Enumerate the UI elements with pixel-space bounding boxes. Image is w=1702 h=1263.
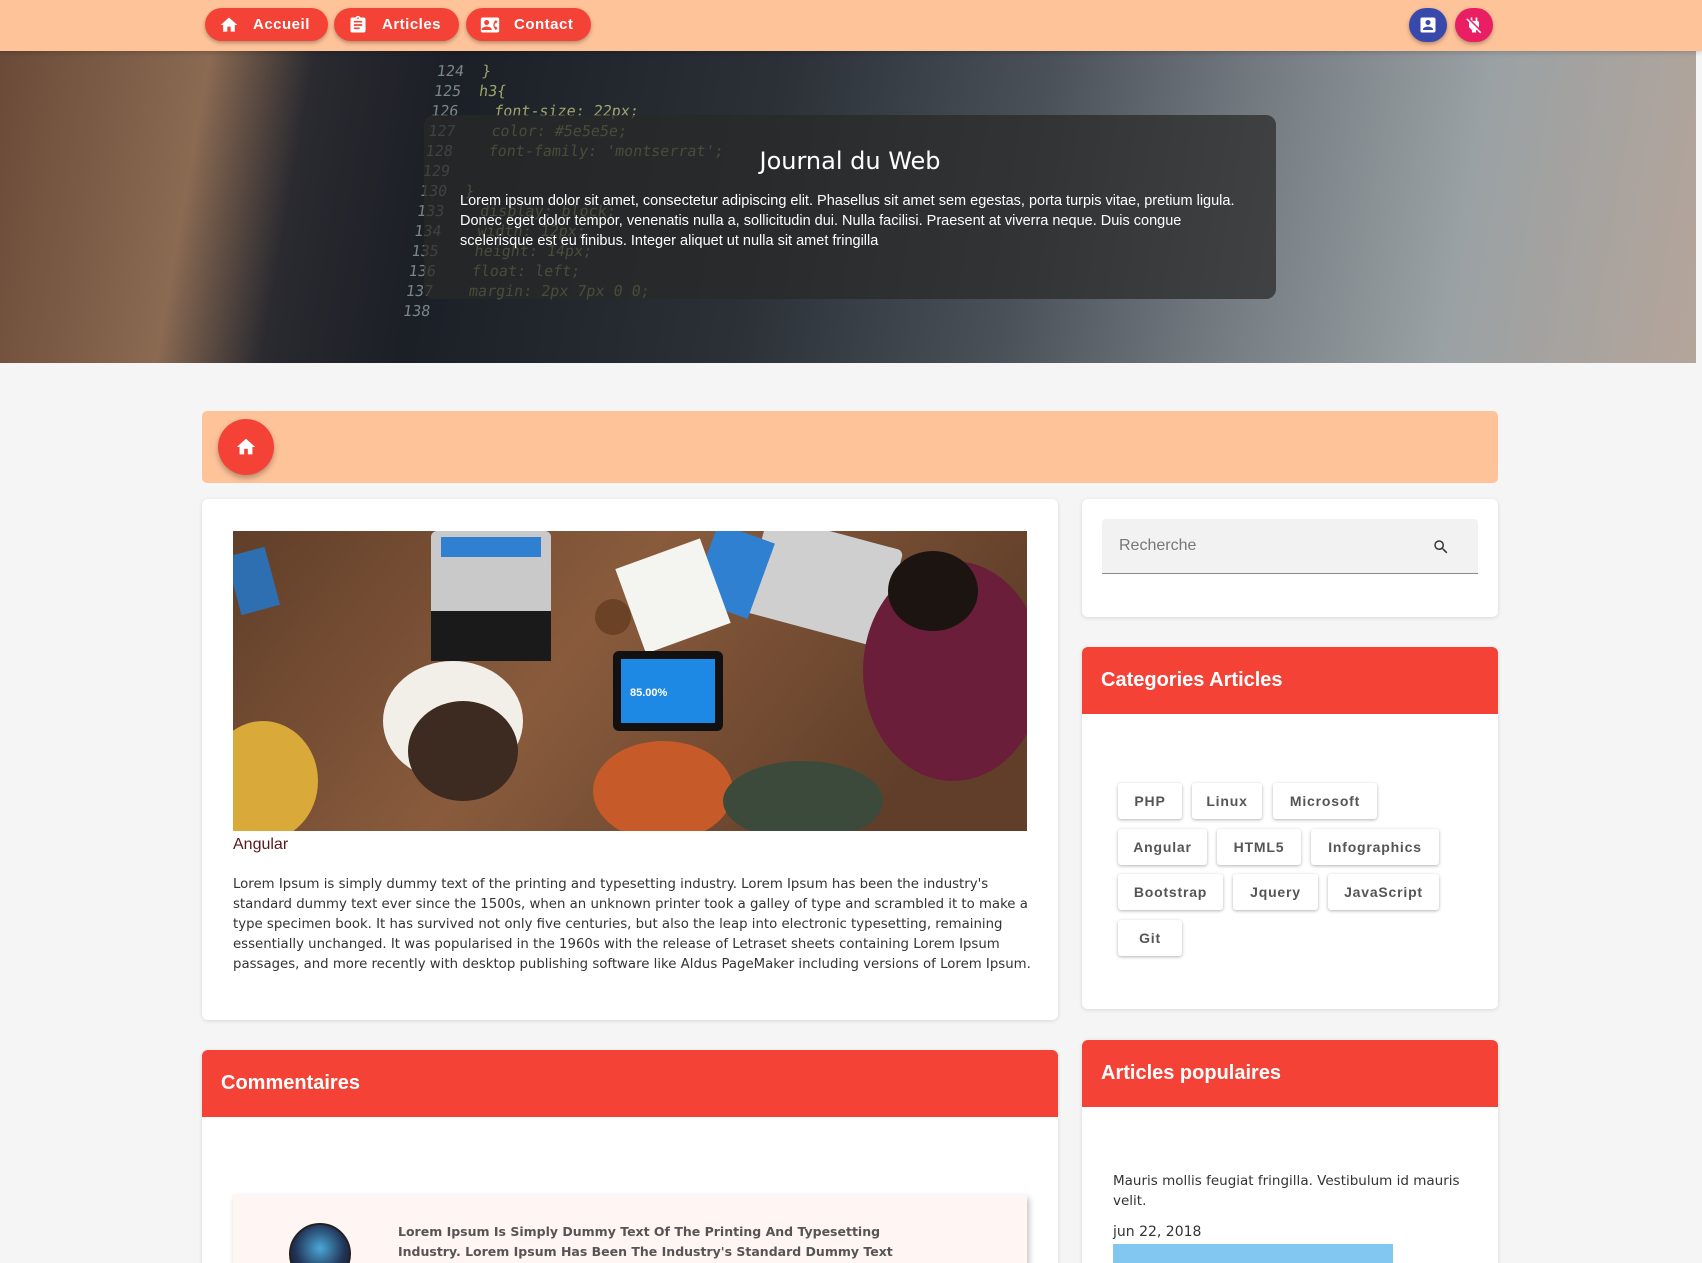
search-input[interactable]: Recherche [1102, 519, 1478, 574]
page-scrollbar[interactable] [1696, 0, 1702, 1263]
site-title: Journal du Web [759, 147, 941, 175]
top-navbar: Accueil Articles Contact [0, 0, 1702, 51]
categories-header: Categories Articles [1082, 647, 1498, 714]
comments-card: Commentaires Lorem Ipsum Is Simply Dummy… [202, 1050, 1058, 1263]
nav-contact-button[interactable]: Contact [466, 8, 592, 41]
svg-text:85.00%: 85.00% [630, 687, 668, 699]
tag-html5[interactable]: HTML5 [1217, 829, 1301, 865]
home-icon [220, 17, 238, 32]
profile-button[interactable] [1409, 8, 1447, 42]
tag-infographics[interactable]: Infographics [1311, 829, 1439, 865]
search-card: Recherche [1082, 499, 1498, 617]
tag-javascript[interactable]: JavaScript [1328, 874, 1439, 910]
article-card: 85.00% Angular Lorem Ipsum is simply dum… [202, 499, 1058, 1020]
tag-linux[interactable]: Linux [1192, 783, 1262, 819]
search-placeholder: Recherche [1119, 537, 1197, 554]
hero-banner: 124} 125h3{ 126 font-size: 22px; 127 col… [0, 51, 1702, 363]
nav-contact-label: Contact [514, 16, 574, 33]
power-off-icon [1466, 17, 1482, 34]
contact-card-icon [480, 17, 500, 32]
popular-articles-header: Articles populaires [1082, 1040, 1498, 1107]
hero-panel: Journal du Web Lorem ipsum dolor sit ame… [424, 115, 1276, 299]
breadcrumb-home-button[interactable] [218, 419, 274, 475]
categories-card: Categories Articles PHP Linux Microsoft … [1082, 647, 1498, 1009]
popular-article-title[interactable]: Mauris mollis feugiat fringilla. Vestibu… [1113, 1171, 1463, 1211]
hero-description: Lorem ipsum dolor sit amet, consectetur … [460, 193, 1235, 249]
nav-articles-label: Articles [382, 16, 442, 33]
article-image-illustration: 85.00% [233, 531, 1027, 831]
tag-angular[interactable]: Angular [1118, 829, 1207, 865]
popular-article-image[interactable] [1113, 1244, 1393, 1263]
tag-php[interactable]: PHP [1118, 783, 1182, 819]
article-category[interactable]: Angular [233, 836, 288, 854]
tag-git[interactable]: Git [1118, 920, 1182, 956]
breadcrumb [202, 411, 1498, 483]
search-icon[interactable] [1432, 538, 1450, 556]
article-body: Lorem Ipsum is simply dummy text of the … [233, 877, 1031, 972]
home-icon [236, 438, 256, 455]
popular-articles-card: Articles populaires Mauris mollis feugia… [1082, 1040, 1498, 1263]
tag-bootstrap[interactable]: Bootstrap [1118, 874, 1223, 910]
account-box-icon [1420, 17, 1436, 33]
nav-accueil-button[interactable]: Accueil [205, 8, 328, 41]
tag-microsoft[interactable]: Microsoft [1273, 783, 1377, 819]
clipboard-icon [350, 15, 366, 33]
popular-article-date: jun 22, 2018 [1113, 1224, 1202, 1240]
comment-text: Lorem Ipsum Is Simply Dummy Text Of The … [398, 1224, 893, 1259]
comment-item: Lorem Ipsum Is Simply Dummy Text Of The … [233, 1195, 1027, 1263]
power-button[interactable] [1455, 8, 1493, 42]
nav-accueil-label: Accueil [253, 16, 310, 33]
tag-jquery[interactable]: Jquery [1233, 874, 1318, 910]
avatar [289, 1223, 351, 1263]
article-image[interactable]: 85.00% [233, 531, 1027, 831]
comments-header: Commentaires [202, 1050, 1058, 1117]
nav-articles-button[interactable]: Articles [334, 8, 460, 41]
